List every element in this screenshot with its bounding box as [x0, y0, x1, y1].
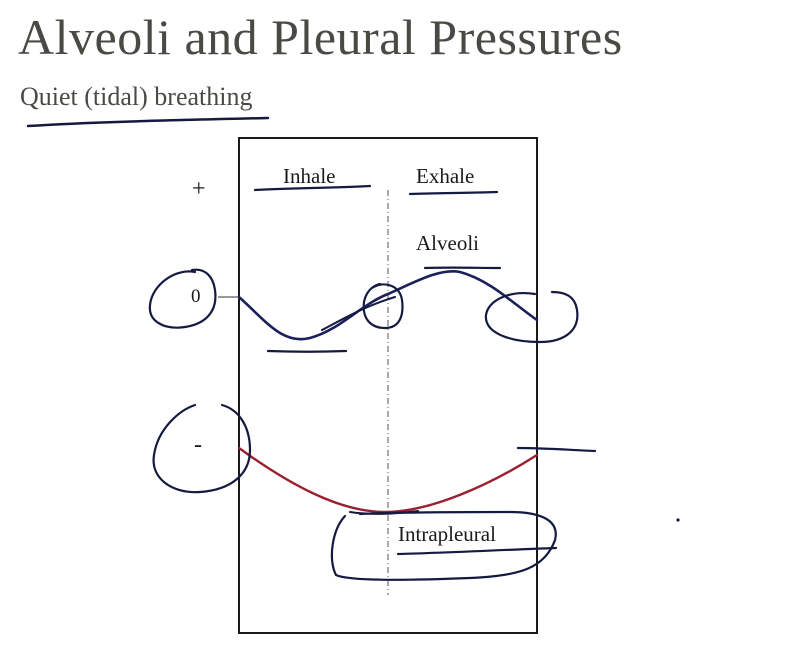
exhale-label: Exhale — [416, 164, 474, 188]
pressure-diagram: + 0 - Inhale Exhale Alveoli Intrapleural — [26, 116, 680, 634]
slide: Alveoli and Pleural Pressures Quiet (tid… — [0, 0, 792, 670]
inhale-label: Inhale — [283, 164, 335, 188]
exhale-underline — [408, 190, 499, 196]
crossing-stroke — [321, 296, 396, 331]
subtitle-underline — [26, 116, 270, 128]
stray-dot — [676, 518, 680, 522]
exhale-end-underline — [516, 446, 597, 453]
minus-label: - — [194, 432, 202, 458]
zero-label: 0 — [191, 286, 201, 307]
alveoli-label: Alveoli — [416, 231, 479, 255]
intrapleural-label: Intrapleural — [398, 522, 496, 546]
inhale-trough-underline — [266, 349, 348, 353]
zero-circle — [148, 268, 217, 329]
plus-label: + — [192, 176, 206, 202]
intrapleural-underline — [396, 546, 558, 556]
